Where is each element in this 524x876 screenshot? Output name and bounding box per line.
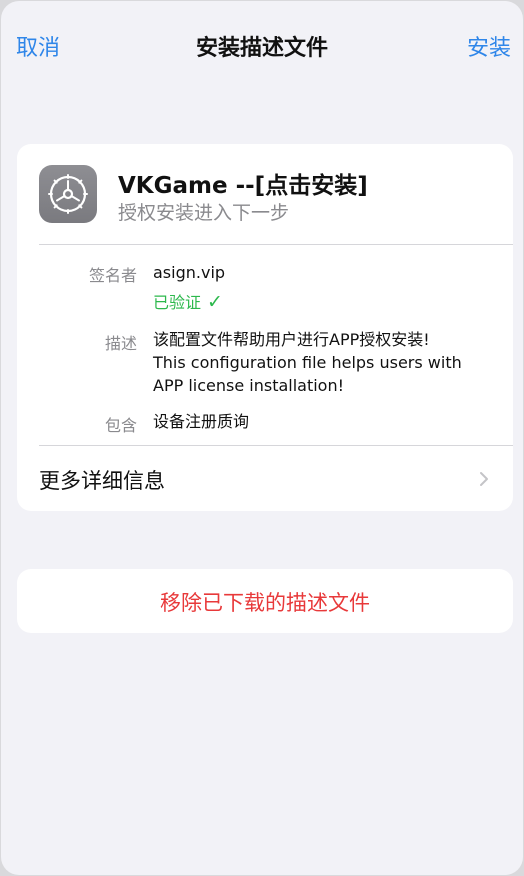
- profile-card: VKGame --[点击安装] 授权安装进入下一步 签名者 asign.vip …: [17, 144, 513, 511]
- profile-name: VKGame --[点击安装]: [118, 173, 368, 199]
- install-button[interactable]: 安装: [467, 30, 511, 62]
- more-details-label: 更多详细信息: [39, 469, 165, 493]
- divider: [39, 244, 513, 245]
- description-line: 该配置文件帮助用户进行APP授权安装!: [153, 330, 430, 349]
- signer-value: asign.vip: [153, 263, 226, 282]
- remove-profile-button[interactable]: 移除已下载的描述文件: [17, 569, 513, 633]
- description-line: APP license installation!: [153, 376, 345, 395]
- remove-profile-label: 移除已下载的描述文件: [160, 591, 370, 615]
- profile-subtitle: 授权安装进入下一步: [118, 202, 290, 224]
- page-title: 安装描述文件: [195, 36, 328, 61]
- contains-value: 设备注册质询: [153, 412, 250, 431]
- verified-label: 已验证: [153, 293, 202, 312]
- more-details-row[interactable]: 更多详细信息: [17, 446, 513, 511]
- contains-label: 包含: [104, 416, 137, 435]
- install-profile-screen: 取消 安装描述文件 安装 VKGame --[点击安装] 授权安装进入下一步 签…: [1, 1, 523, 875]
- description-label: 描述: [104, 334, 137, 353]
- description-line: This configuration file helps users with: [153, 353, 462, 372]
- checkmark-icon: ✓: [207, 291, 223, 313]
- signer-label: 签名者: [88, 266, 137, 285]
- navigation-bar: 取消 安装描述文件 安装: [1, 1, 523, 91]
- verified-status: 已验证 ✓: [153, 289, 223, 313]
- chevron-right-icon: [480, 472, 488, 486]
- gear-icon: [39, 165, 97, 223]
